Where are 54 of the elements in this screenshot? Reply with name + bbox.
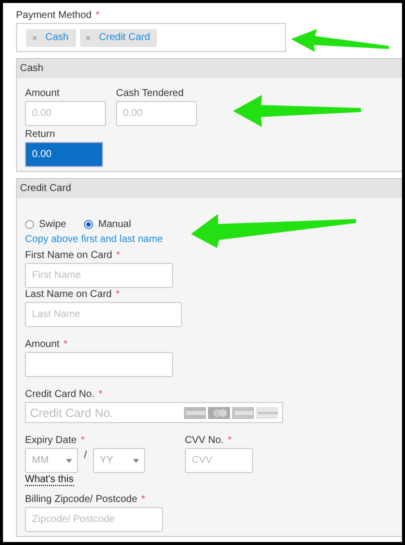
help-link[interactable]: What's this (25, 474, 74, 486)
field-label: Amount (25, 339, 60, 350)
radio-button-icon[interactable] (25, 220, 34, 228)
field-label: Return (25, 129, 56, 140)
field-label: Cash Tendered (116, 88, 184, 99)
separator: / (84, 449, 87, 463)
caret-icon (132, 458, 139, 462)
field-label: Last Name on Card (25, 289, 112, 300)
field-label: Payment Method (16, 10, 92, 21)
required-mark: * (96, 10, 100, 21)
field-label: First Name on Card (25, 250, 112, 261)
payment-method-field[interactable]: × Cash × Credit Card (16, 23, 286, 52)
radio-option[interactable]: Manual (84, 218, 132, 230)
return-field[interactable]: 0.00 (25, 142, 103, 167)
input-field[interactable]: Zipcode/ Postcode (25, 507, 163, 532)
radio-button-icon[interactable] (84, 220, 94, 228)
panel-header: Cash (17, 59, 402, 78)
copy-name-link[interactable]: Copy above first and last name (25, 232, 402, 247)
required-mark: * (98, 389, 102, 400)
required-mark: * (116, 250, 120, 261)
input-field[interactable] (25, 352, 173, 377)
card-number-field[interactable]: Credit Card No. (25, 402, 283, 423)
card-logo-icon (232, 406, 254, 418)
tag-label: Credit Card (98, 32, 150, 43)
card-logo-icon (184, 406, 206, 418)
input-field[interactable]: CVV (184, 448, 253, 473)
required-mark: * (116, 289, 120, 300)
arrow-icon (191, 214, 357, 248)
card-number-input[interactable]: Credit Card No. (26, 406, 174, 420)
field-label: Credit Card No. (25, 389, 94, 400)
panel-header: Credit Card (17, 179, 402, 198)
field-label: Billing Zipcode/ Postcode (25, 494, 138, 505)
required-mark: * (63, 339, 68, 350)
required-mark: * (80, 435, 85, 446)
required-mark: * (228, 435, 232, 446)
field-label: Amount (25, 88, 60, 99)
required-mark: * (141, 494, 146, 505)
remove-tag-button[interactable]: × (86, 32, 91, 42)
field-label: CVV No. (184, 435, 224, 446)
remove-tag-button[interactable]: × (32, 32, 38, 42)
input-field[interactable]: Last Name (25, 302, 182, 327)
radio-option[interactable]: Swipe (25, 218, 66, 230)
tag-label: Cash (45, 32, 69, 43)
caret-icon (66, 458, 72, 462)
field-label: Expiry Date (25, 435, 77, 446)
arrow-icon (291, 29, 391, 53)
input-field[interactable]: 0.00 (116, 101, 197, 126)
card-logo-icon (208, 406, 230, 418)
arrow-icon (233, 95, 363, 127)
input-field[interactable]: 0.00 (25, 101, 106, 126)
card-logo-icon (256, 406, 278, 418)
month-select[interactable]: MM (25, 448, 78, 473)
year-select[interactable]: YY (92, 448, 145, 473)
input-field[interactable]: First Name (25, 263, 173, 288)
